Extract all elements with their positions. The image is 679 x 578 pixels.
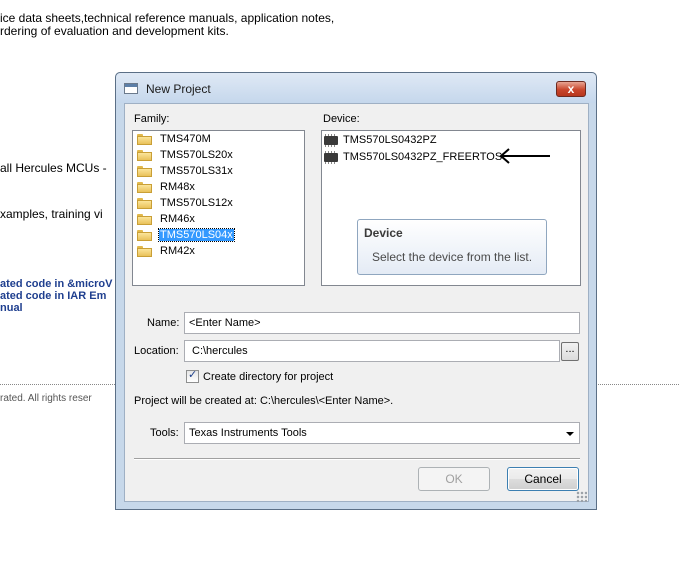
family-item-label: TMS570LS12x	[160, 197, 233, 209]
device-tooltip: Device Select the device from the list.	[357, 219, 547, 275]
tooltip-title: Device	[364, 226, 403, 240]
bg-text-line-3: all Hercules MCUs -	[0, 161, 107, 175]
cancel-button[interactable]: Cancel	[507, 467, 579, 491]
device-item-label: TMS570LS0432PZ_FREERTOS	[343, 151, 503, 163]
location-label: Location:	[134, 345, 179, 357]
family-item-label: TMS470M	[160, 133, 211, 145]
folder-icon	[137, 182, 152, 193]
name-label: Name:	[147, 317, 180, 329]
button-divider	[134, 458, 580, 460]
folder-icon	[137, 150, 152, 161]
folder-icon	[137, 134, 152, 145]
chip-icon	[324, 134, 338, 147]
bg-link-1[interactable]: ated code in &microV	[0, 278, 112, 290]
resize-grip-icon[interactable]	[576, 491, 587, 502]
create-directory-checkbox[interactable]: ✓	[186, 369, 199, 383]
bg-text-line-1: ice data sheets,technical reference manu…	[0, 11, 335, 25]
tools-dropdown[interactable]: Texas Instruments Tools	[184, 422, 580, 444]
family-item-label: TMS570LS20x	[160, 149, 233, 161]
chevron-down-icon	[566, 432, 574, 436]
chip-icon	[324, 151, 338, 164]
project-path-text: Project will be created at: C:\hercules\…	[134, 395, 394, 407]
device-label: Device:	[323, 113, 360, 125]
bg-link-2[interactable]: ated code in IAR Em	[0, 290, 106, 302]
tooltip-body: Select the device from the list.	[372, 250, 533, 264]
folder-icon	[137, 214, 152, 225]
check-icon: ✓	[188, 369, 198, 381]
device-item-label: TMS570LS0432PZ	[343, 134, 437, 146]
family-list[interactable]: TMS470M TMS570LS20x TMS570LS31x RM48x TM…	[132, 130, 305, 286]
dialog-titlebar[interactable]: New Project x	[116, 73, 596, 103]
family-label: Family:	[134, 113, 170, 125]
name-input[interactable]: <Enter Name>	[184, 312, 580, 334]
arrow-left-icon	[499, 148, 550, 164]
folder-icon	[137, 198, 152, 209]
window-icon	[124, 83, 138, 94]
folder-icon	[137, 246, 152, 257]
bg-footer-text: rated. All rights reser	[0, 393, 92, 404]
family-item-label: TMS570LS31x	[160, 165, 233, 177]
location-input[interactable]: C:\hercules	[184, 340, 560, 362]
folder-icon	[137, 230, 152, 241]
family-item-label: RM42x	[160, 245, 195, 257]
tools-selected-value: Texas Instruments Tools	[189, 427, 307, 439]
family-item-label: RM48x	[160, 181, 195, 193]
dialog-title: New Project	[146, 82, 211, 96]
tools-label: Tools:	[150, 427, 179, 439]
ok-button[interactable]: OK	[418, 467, 490, 491]
family-item-label: RM46x	[160, 213, 195, 225]
family-item-label: TMS570LS04x	[158, 228, 235, 242]
bg-link-3[interactable]: nual	[0, 302, 23, 314]
browse-button[interactable]: ...	[561, 342, 579, 361]
bg-text-line-2: rdering of evaluation and development ki…	[0, 24, 229, 38]
close-button[interactable]: x	[556, 81, 586, 97]
bg-text-line-4: xamples, training vi	[0, 207, 103, 221]
create-directory-label[interactable]: Create directory for project	[203, 371, 333, 383]
folder-icon	[137, 166, 152, 177]
